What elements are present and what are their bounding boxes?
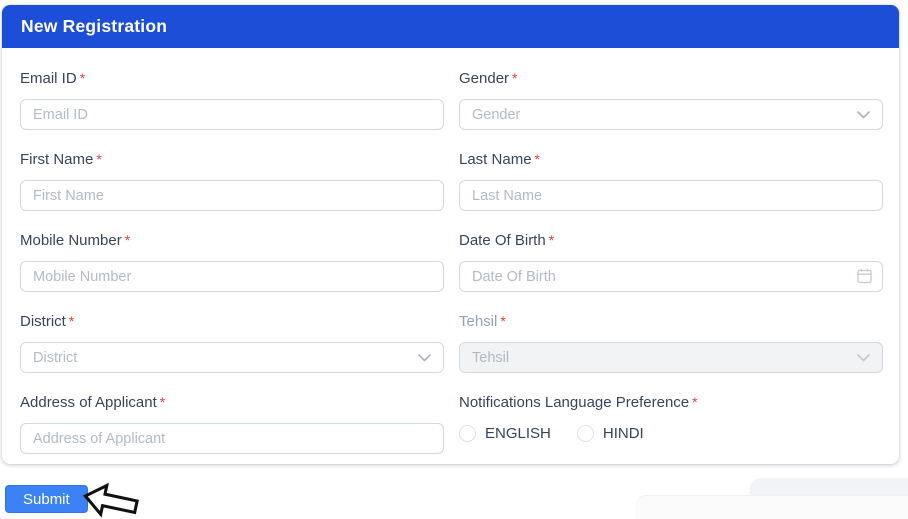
- mobile-input[interactable]: [20, 261, 444, 292]
- last-name-label-text: Last Name: [459, 151, 532, 168]
- district-select[interactable]: District: [20, 342, 444, 373]
- mobile-label-text: Mobile Number: [20, 232, 122, 249]
- address-label: Address of Applicant *: [20, 394, 444, 411]
- field-dob: Date Of Birth *: [459, 232, 883, 292]
- radio-circle-icon[interactable]: [459, 425, 476, 442]
- required-asterisk: *: [96, 151, 102, 167]
- district-select-placeholder: District: [33, 349, 78, 366]
- email-label-text: Email ID: [20, 70, 77, 87]
- required-asterisk: *: [79, 70, 86, 86]
- registration-card: New Registration Email ID* Gender* Gende…: [2, 5, 899, 464]
- calendar-icon[interactable]: [857, 268, 872, 284]
- tehsil-select-placeholder: Tehsil: [472, 349, 510, 366]
- field-address: Address of Applicant *: [20, 394, 444, 454]
- radio-english-label: ENGLISH: [485, 425, 551, 442]
- first-name-label: First Name *: [20, 151, 444, 168]
- required-asterisk: *: [512, 70, 518, 86]
- required-asterisk: *: [534, 151, 540, 167]
- language-preference-label: Notifications Language Preference *: [459, 394, 883, 411]
- required-asterisk: *: [68, 313, 75, 329]
- card-header: New Registration: [2, 5, 899, 48]
- chevron-down-icon: [857, 353, 870, 361]
- language-radio-group: ENGLISH HINDI: [459, 425, 883, 442]
- field-email: Email ID *: [20, 70, 444, 130]
- gender-label-text: Gender: [459, 70, 510, 87]
- form-grid: Email ID* Gender* Gender First Name*: [20, 70, 883, 454]
- first-name-input[interactable]: [20, 180, 444, 211]
- radio-hindi-label: HINDI: [602, 425, 644, 442]
- district-label-text: District: [20, 313, 66, 330]
- page-title: New Registration: [21, 16, 168, 36]
- last-name-label: Last Name *: [459, 151, 883, 168]
- field-first-name: First Name *: [20, 151, 444, 211]
- radio-english[interactable]: ENGLISH: [459, 425, 551, 442]
- dob-label-text: Date Of Birth: [459, 232, 546, 249]
- required-asterisk: *: [124, 232, 131, 248]
- required-asterisk: *: [692, 394, 698, 410]
- last-name-input[interactable]: [459, 180, 883, 211]
- email-input[interactable]: [20, 99, 444, 130]
- dob-input[interactable]: [459, 261, 883, 292]
- district-label: District *: [20, 313, 444, 330]
- arrow-annotation-icon: [82, 482, 139, 518]
- tehsil-label: Tehsil *: [459, 313, 883, 330]
- required-asterisk: *: [548, 232, 555, 248]
- dob-input-wrap: [459, 261, 883, 292]
- radio-hindi[interactable]: HINDI: [576, 425, 644, 442]
- language-preference-label-text: Notifications Language Preference: [459, 394, 690, 411]
- gender-select[interactable]: Gender: [459, 99, 883, 130]
- submit-button[interactable]: Submit: [5, 485, 88, 513]
- mobile-label: Mobile Number *: [20, 232, 444, 249]
- background-panel-fragment: [636, 495, 908, 519]
- required-asterisk: *: [159, 394, 166, 410]
- page: New Registration Email ID* Gender* Gende…: [0, 0, 908, 519]
- field-tehsil: Tehsil * Tehsil: [459, 313, 883, 373]
- gender-select-placeholder: Gender: [472, 106, 521, 123]
- field-language-preference: Notifications Language Preference * ENGLI…: [459, 394, 883, 454]
- gender-label: Gender *: [459, 70, 883, 87]
- first-name-label-text: First Name: [20, 151, 94, 168]
- email-label: Email ID *: [20, 70, 444, 87]
- field-mobile: Mobile Number *: [20, 232, 444, 292]
- address-input[interactable]: [20, 423, 444, 454]
- field-district: District * District: [20, 313, 444, 373]
- field-gender: Gender * Gender: [459, 70, 883, 130]
- tehsil-label-text: Tehsil: [459, 313, 498, 330]
- chevron-down-icon: [418, 353, 431, 361]
- registration-form: Email ID* Gender* Gender First Name*: [2, 48, 899, 454]
- dob-label: Date Of Birth *: [459, 232, 883, 249]
- required-asterisk: *: [500, 313, 506, 329]
- radio-circle-icon[interactable]: [576, 425, 594, 442]
- tehsil-select: Tehsil: [459, 342, 883, 373]
- field-last-name: Last Name *: [459, 151, 883, 211]
- address-label-text: Address of Applicant: [20, 394, 157, 411]
- chevron-down-icon: [857, 110, 870, 118]
